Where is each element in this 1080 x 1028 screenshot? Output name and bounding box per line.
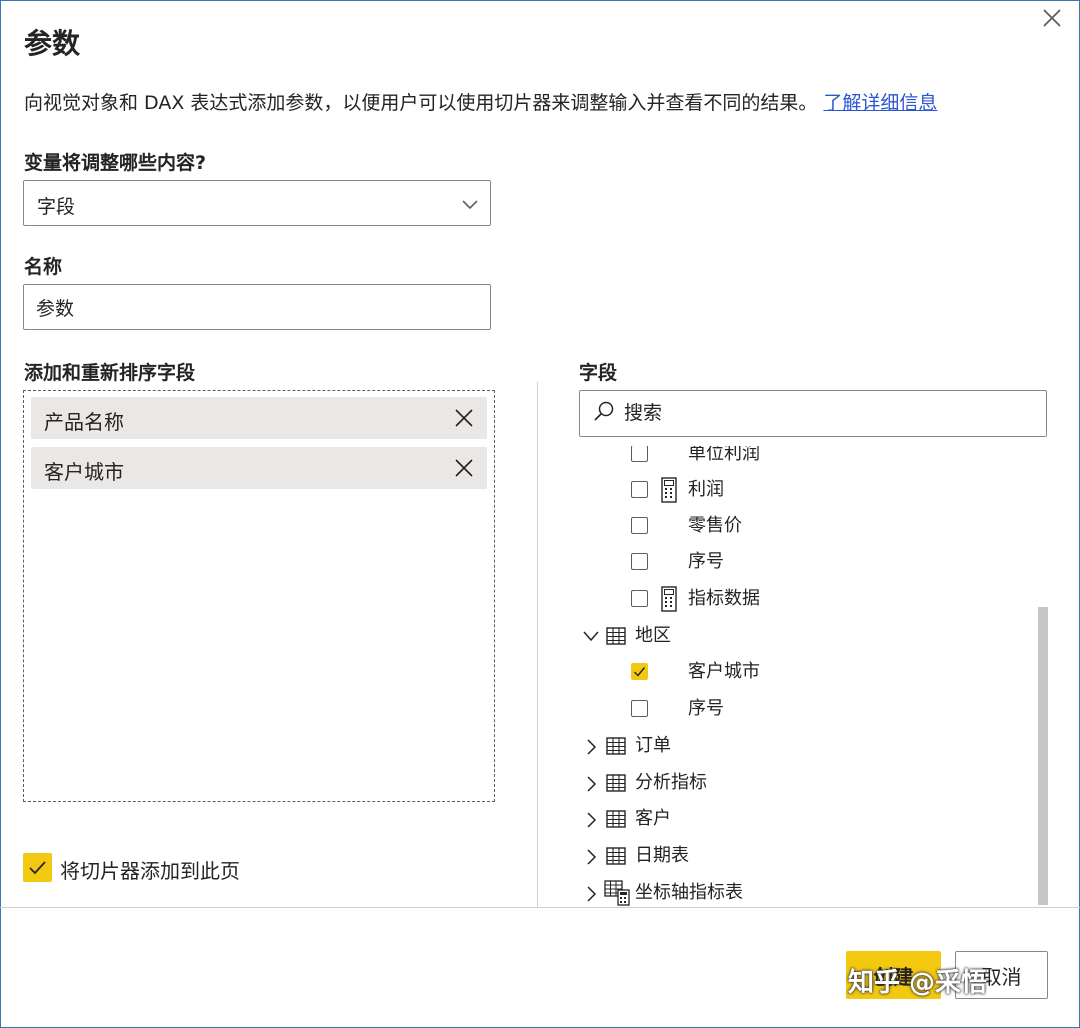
field-chip-label: 客户城市 — [44, 460, 124, 484]
table-icon — [606, 774, 626, 792]
field-chip-product-name[interactable]: 产品名称 — [31, 397, 487, 439]
watermark: 知乎 @采悟 — [848, 968, 988, 998]
field-checkbox[interactable] — [631, 700, 648, 717]
tree-row-label: 利润 — [688, 479, 724, 500]
tree-row-label: 订单 — [635, 735, 671, 756]
learn-more-link[interactable]: 了解详细信息 — [823, 92, 937, 114]
field-chip-label: 产品名称 — [44, 410, 124, 434]
fields-pane-label: 字段 — [579, 362, 618, 384]
tree-row-unit-profit[interactable]: 单位利润 — [578, 446, 1038, 472]
table-icon — [606, 847, 626, 865]
checkmark-icon — [29, 861, 46, 875]
close-icon — [1043, 9, 1061, 27]
tree-row-region-table[interactable]: 地区 — [578, 618, 1038, 654]
add-slicer-checkbox[interactable] — [23, 853, 52, 882]
field-checkbox-checked[interactable] — [631, 663, 648, 680]
chevron-right-icon[interactable] — [584, 848, 598, 866]
remove-icon[interactable] — [453, 407, 475, 429]
tree-row-label: 地区 — [635, 625, 671, 646]
remove-icon[interactable] — [453, 457, 475, 479]
tree-row-label: 坐标轴指标表 — [635, 882, 743, 903]
tree-row-date-table[interactable]: 日期表 — [578, 838, 1038, 874]
name-input[interactable] — [34, 295, 478, 319]
table-icon — [606, 627, 626, 645]
field-chip-customer-city[interactable]: 客户城市 — [31, 447, 487, 489]
fields-tree: 单位利润 利润 零售价 序号 指标数据 地区 客户城市 序号 订单 分析指标 客… — [578, 446, 1038, 906]
tree-row-customer-city[interactable]: 客户城市 — [578, 654, 1038, 690]
chevron-right-icon[interactable] — [584, 775, 598, 793]
tree-row-axis-metrics-table[interactable]: 坐标轴指标表 — [578, 875, 1038, 906]
tree-row-label: 单位利润 — [688, 446, 760, 464]
chevron-right-icon[interactable] — [584, 738, 598, 756]
tree-row-label: 日期表 — [635, 845, 689, 866]
calculator-icon — [661, 477, 677, 503]
field-checkbox[interactable] — [631, 481, 648, 498]
field-checkbox[interactable] — [631, 553, 648, 570]
pane-divider — [537, 382, 538, 907]
tree-row-customers-table[interactable]: 客户 — [578, 801, 1038, 837]
field-checkbox[interactable] — [631, 590, 648, 607]
chevron-right-icon[interactable] — [584, 885, 598, 903]
dialog-title: 参数 — [24, 27, 81, 60]
table-icon — [606, 737, 626, 755]
tree-row-metric-data[interactable]: 指标数据 — [578, 581, 1038, 617]
chevron-down-icon[interactable] — [582, 629, 600, 643]
checkmark-icon — [634, 667, 646, 677]
footer-divider — [0, 907, 1080, 908]
tree-row-serial-2[interactable]: 序号 — [578, 691, 1038, 727]
table-icon — [606, 810, 626, 828]
search-input[interactable] — [622, 401, 1026, 425]
tree-row-orders-table[interactable]: 订单 — [578, 728, 1038, 764]
chevron-down-icon — [462, 200, 478, 210]
tree-row-label: 序号 — [688, 698, 724, 719]
calculator-icon — [661, 586, 677, 612]
search-icon — [594, 401, 614, 421]
tree-row-label: 客户 — [635, 808, 671, 829]
tree-row-profit[interactable]: 利润 — [578, 472, 1038, 508]
add-fields-label: 添加和重新排序字段 — [24, 362, 196, 384]
tree-row-serial[interactable]: 序号 — [578, 544, 1038, 580]
name-label: 名称 — [24, 256, 63, 278]
name-field[interactable] — [23, 284, 491, 330]
tree-row-label: 指标数据 — [688, 588, 760, 609]
fields-scrollbar[interactable] — [1038, 607, 1048, 905]
tree-row-label: 分析指标 — [635, 772, 707, 793]
field-checkbox[interactable] — [631, 517, 648, 534]
tree-row-label: 零售价 — [688, 515, 742, 536]
tree-row-label: 序号 — [688, 551, 724, 572]
add-fields-dropzone[interactable]: 产品名称 客户城市 — [23, 390, 495, 802]
description-text: 向视觉对象和 DAX 表达式添加参数，以便用户可以使用切片器来调整输入并查看不同… — [24, 92, 818, 114]
variable-selected-value: 字段 — [37, 196, 76, 218]
dialog-description: 向视觉对象和 DAX 表达式添加参数，以便用户可以使用切片器来调整输入并查看不同… — [24, 88, 937, 115]
tree-row-label: 客户城市 — [688, 661, 760, 682]
close-button[interactable] — [1038, 4, 1066, 32]
field-checkbox[interactable] — [631, 446, 648, 462]
tree-row-retail-price[interactable]: 零售价 — [578, 508, 1038, 544]
chevron-right-icon[interactable] — [584, 811, 598, 829]
add-slicer-label: 将切片器添加到此页 — [60, 859, 240, 883]
variable-dropdown[interactable]: 字段 — [23, 180, 491, 226]
tree-row-analysis-metrics-table[interactable]: 分析指标 — [578, 765, 1038, 801]
variable-label: 变量将调整哪些内容? — [24, 152, 207, 174]
table-calc-icon — [604, 880, 630, 906]
fields-search-box[interactable] — [579, 390, 1047, 437]
